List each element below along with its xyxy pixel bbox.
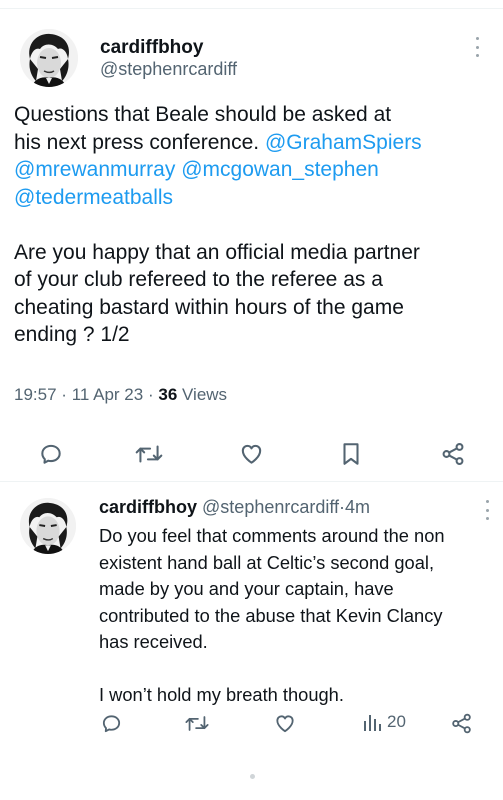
separator: · bbox=[61, 385, 67, 404]
action-bar: 20 bbox=[0, 704, 503, 744]
views-count: 20 bbox=[387, 712, 406, 731]
tweet-text: Questions that Beale should be asked at … bbox=[14, 101, 494, 349]
display-name[interactable]: cardiffbhoy bbox=[99, 497, 197, 517]
reply-tweet: cardiffbhoy @stephenrcardiff·4m Do you f… bbox=[0, 482, 503, 762]
text-line: ending ? 1/2 bbox=[14, 323, 130, 346]
more-icon[interactable] bbox=[474, 37, 480, 57]
share-icon[interactable] bbox=[440, 441, 466, 467]
action-bar bbox=[0, 433, 503, 473]
text-line: Do you feel that comments around the non bbox=[99, 525, 445, 546]
text-line: cheating bastard within hours of the gam… bbox=[14, 295, 404, 319]
display-name[interactable]: cardiffbhoy bbox=[100, 37, 203, 59]
text-line: has received. bbox=[99, 631, 208, 652]
retweet-icon[interactable] bbox=[184, 712, 210, 735]
user-handle[interactable]: @stephenrcardiff bbox=[100, 59, 237, 80]
text-line: existent hand ball at Celtic’s second go… bbox=[99, 551, 435, 573]
heart-icon[interactable] bbox=[273, 712, 297, 735]
more-icon[interactable] bbox=[484, 500, 490, 520]
loading-dot bbox=[250, 774, 255, 779]
tweet-meta: 19:57 · 11 Apr 23 · 36 Views bbox=[14, 385, 227, 405]
mention-link[interactable]: @GrahamSpiers bbox=[265, 131, 422, 154]
reply-icon[interactable] bbox=[100, 712, 123, 735]
separator: · bbox=[147, 385, 154, 404]
mention-link[interactable]: @mcgowan_stephen bbox=[181, 158, 379, 181]
text-line: Questions that Beale should be asked at bbox=[14, 103, 392, 126]
heart-icon[interactable] bbox=[238, 441, 265, 467]
views-label: Views bbox=[182, 385, 228, 404]
reply-icon[interactable] bbox=[38, 441, 64, 467]
text-line: @tedermeatballs bbox=[14, 184, 494, 212]
text-segment: his next press conference. bbox=[14, 130, 260, 154]
main-tweet: cardiffbhoy @stephenrcardiff Questions t… bbox=[0, 9, 503, 481]
tweet-time[interactable]: 19:57 bbox=[14, 385, 57, 404]
share-icon[interactable] bbox=[450, 712, 473, 735]
text-line: his next press conference. @GrahamSpiers bbox=[14, 129, 494, 157]
text-line: of your club refereed to the referee as … bbox=[14, 268, 383, 291]
user-handle[interactable]: @stephenrcardiff bbox=[202, 497, 339, 517]
views-icon bbox=[364, 715, 381, 731]
bookmark-icon[interactable] bbox=[339, 441, 363, 467]
tweet-text: Do you feel that comments around the non… bbox=[99, 523, 499, 709]
text-line: @mrewanmurray @mcgowan_stephen bbox=[14, 156, 494, 184]
tweet-age[interactable]: 4m bbox=[345, 497, 370, 517]
reply-header: cardiffbhoy @stephenrcardiff·4m bbox=[99, 497, 370, 518]
views-button[interactable]: 20 bbox=[362, 712, 406, 732]
mention-link[interactable]: @mrewanmurray bbox=[14, 158, 175, 181]
views-count: 36 bbox=[158, 385, 178, 404]
avatar[interactable] bbox=[20, 498, 76, 554]
text-line: Are you happy that an official media par… bbox=[14, 240, 420, 264]
avatar[interactable] bbox=[20, 29, 78, 87]
text-line: made by you and your captain, have bbox=[99, 578, 394, 599]
mention-link[interactable]: @tedermeatballs bbox=[14, 186, 173, 209]
tweet-date[interactable]: 11 Apr 23 bbox=[72, 385, 144, 404]
text-line: contributed to the abuse that Kevin Clan… bbox=[99, 604, 443, 626]
retweet-icon[interactable] bbox=[134, 441, 164, 467]
